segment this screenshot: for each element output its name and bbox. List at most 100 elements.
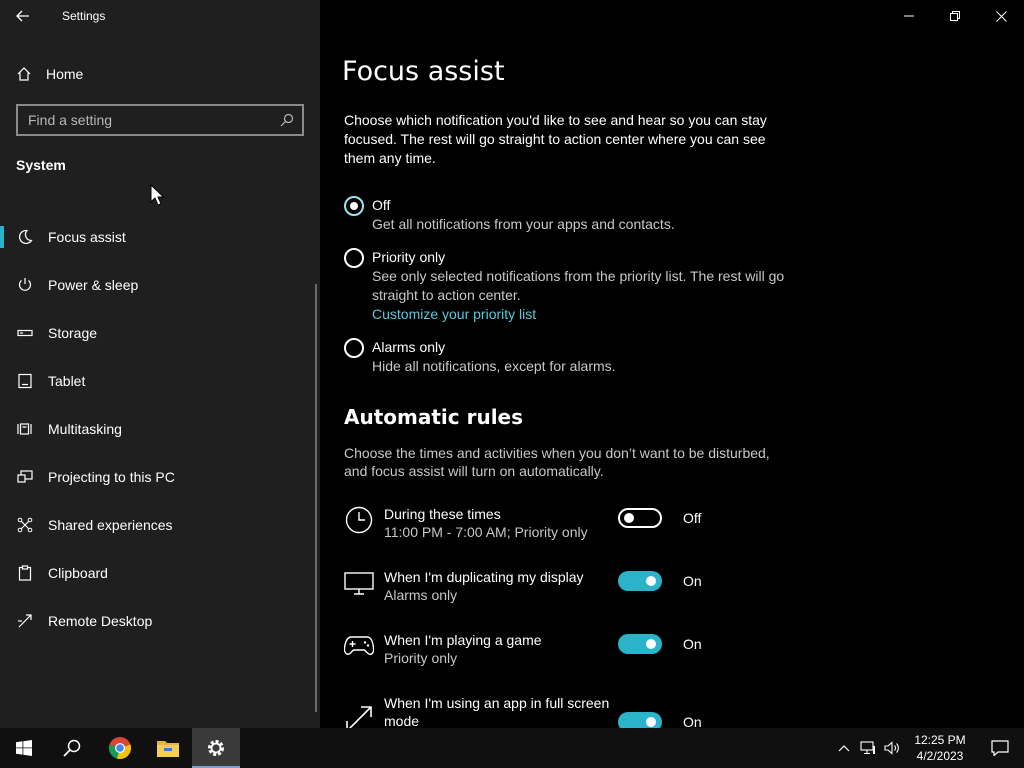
projecting-icon — [16, 468, 34, 486]
clock-date: 4/2/2023 — [916, 749, 964, 763]
search-taskbar-button[interactable] — [48, 728, 96, 768]
home-nav-item[interactable]: Home — [0, 56, 320, 92]
app-title: Settings — [62, 9, 106, 23]
page-title: Focus assist — [342, 56, 505, 87]
sidebar: Settings Home System Focus assist Power … — [0, 0, 320, 728]
shared-experiences-icon — [16, 516, 34, 534]
rule-title: During these times — [384, 506, 501, 522]
action-center-button[interactable] — [976, 728, 1024, 768]
chrome-icon — [108, 737, 132, 760]
search-icon — [280, 113, 294, 127]
sidebar-item-label: Clipboard — [48, 565, 108, 581]
radio-button[interactable] — [344, 338, 364, 358]
rule-subtitle: Priority only — [384, 650, 458, 666]
clock[interactable]: 12:25 PM 4/2/2023 — [904, 732, 976, 764]
sidebar-item-label: Multitasking — [48, 421, 122, 437]
radio-alarms-only[interactable]: Alarms only Hide all notifications, exce… — [344, 338, 792, 376]
speaker-icon — [884, 741, 899, 755]
home-label: Home — [46, 66, 84, 82]
sidebar-item-label: Power & sleep — [48, 277, 139, 293]
multitasking-icon — [16, 420, 34, 438]
rule-title: When I'm playing a game — [384, 632, 542, 648]
sidebar-item-storage[interactable]: Storage — [0, 309, 314, 357]
sidebar-item-projecting[interactable]: Projecting to this PC — [0, 453, 314, 501]
sidebar-item-label: Tablet — [48, 373, 86, 389]
toggle-state-label: Off — [683, 510, 702, 526]
back-arrow-icon — [16, 10, 29, 22]
sidebar-item-label: Remote Desktop — [48, 613, 153, 629]
network-icon — [860, 741, 875, 755]
during-times-toggle[interactable] — [618, 508, 662, 528]
fullscreen-icon — [344, 704, 374, 728]
volume-button[interactable] — [880, 728, 904, 768]
remote-desktop-icon — [16, 612, 34, 630]
radio-label: Priority only — [372, 249, 446, 265]
chrome-taskbar-button[interactable] — [96, 728, 144, 768]
full-screen-toggle[interactable] — [618, 712, 662, 728]
radio-description: Get all notifications from your apps and… — [372, 216, 675, 232]
sidebar-item-tablet[interactable]: Tablet — [0, 357, 314, 405]
sidebar-item-multitasking[interactable]: Multitasking — [0, 405, 314, 453]
folder-icon — [157, 741, 179, 757]
moon-icon — [16, 228, 34, 246]
tablet-icon — [16, 372, 34, 390]
section-title: System — [16, 157, 66, 173]
title-bar: Settings — [0, 0, 320, 32]
rule-title: When I'm duplicating my display — [384, 569, 584, 585]
radio-label: Off — [372, 197, 391, 213]
network-button[interactable] — [856, 728, 880, 768]
customize-priority-list-link[interactable]: Customize your priority list — [372, 305, 792, 324]
search-box[interactable] — [16, 104, 304, 136]
taskbar: 12:25 PM 4/2/2023 — [0, 728, 1024, 768]
rule-subtitle: 11:00 PM - 7:00 AM; Priority only — [384, 524, 588, 540]
toggle-state-label: On — [683, 714, 702, 728]
notification-icon — [991, 740, 1009, 756]
radio-priority-only[interactable]: Priority only See only selected notifica… — [344, 248, 792, 324]
toggle-state-label: On — [683, 636, 702, 652]
sidebar-item-label: Shared experiences — [48, 517, 173, 533]
clock-icon — [344, 505, 374, 535]
sidebar-item-label: Storage — [48, 325, 98, 341]
rule-duplicating-display[interactable]: When I'm duplicating my display Alarms o… — [344, 568, 804, 618]
main-content: Focus assist Choose which notification y… — [320, 0, 1024, 728]
radio-label: Alarms only — [372, 339, 446, 355]
radio-description: See only selected notifications from the… — [372, 268, 785, 303]
duplicating-display-toggle[interactable] — [618, 571, 662, 591]
settings-taskbar-button[interactable] — [192, 728, 240, 768]
power-icon — [16, 276, 34, 294]
playing-game-toggle[interactable] — [618, 634, 662, 654]
rule-title: When I'm using an app in full screen mod… — [384, 695, 610, 728]
show-hidden-icons-button[interactable] — [832, 728, 856, 768]
gamepad-icon — [344, 631, 374, 661]
rule-playing-game[interactable]: When I'm playing a game Priority only On — [344, 631, 804, 681]
home-icon — [17, 67, 31, 81]
automatic-rules-description: Choose the times and activities when you… — [344, 445, 770, 479]
search-icon — [63, 739, 81, 757]
intro-text: Choose which notification you'd like to … — [344, 112, 767, 166]
sidebar-item-clipboard[interactable]: Clipboard — [0, 549, 314, 597]
radio-off[interactable]: Off Get all notifications from your apps… — [344, 196, 792, 234]
rule-during-times[interactable]: During these times 11:00 PM - 7:00 AM; P… — [344, 505, 804, 555]
chevron-up-icon — [838, 745, 850, 752]
monitor-icon — [344, 568, 374, 598]
radio-button-checked[interactable] — [344, 196, 364, 216]
search-input[interactable] — [28, 112, 280, 128]
sidebar-item-power-sleep[interactable]: Power & sleep — [0, 261, 314, 309]
sidebar-scrollbar[interactable] — [315, 284, 317, 712]
system-tray: 12:25 PM 4/2/2023 — [832, 728, 1024, 768]
start-button[interactable] — [0, 728, 48, 768]
sidebar-item-remote-desktop[interactable]: Remote Desktop — [0, 597, 314, 645]
sidebar-item-shared-experiences[interactable]: Shared experiences — [0, 501, 314, 549]
toggle-state-label: On — [683, 573, 702, 589]
radio-description: Hide all notifications, except for alarm… — [372, 358, 616, 374]
back-button[interactable] — [0, 0, 46, 32]
sidebar-nav: Focus assist Power & sleep Storage Table… — [0, 213, 314, 645]
sidebar-item-focus-assist[interactable]: Focus assist — [0, 213, 314, 261]
radio-button[interactable] — [344, 248, 364, 268]
storage-icon — [16, 324, 34, 342]
file-explorer-taskbar-button[interactable] — [144, 728, 192, 768]
rule-subtitle: Alarms only — [384, 587, 458, 603]
gear-icon — [208, 740, 224, 756]
rule-full-screen-app[interactable]: When I'm using an app in full screen mod… — [344, 694, 804, 728]
mouse-cursor-icon — [150, 184, 164, 206]
